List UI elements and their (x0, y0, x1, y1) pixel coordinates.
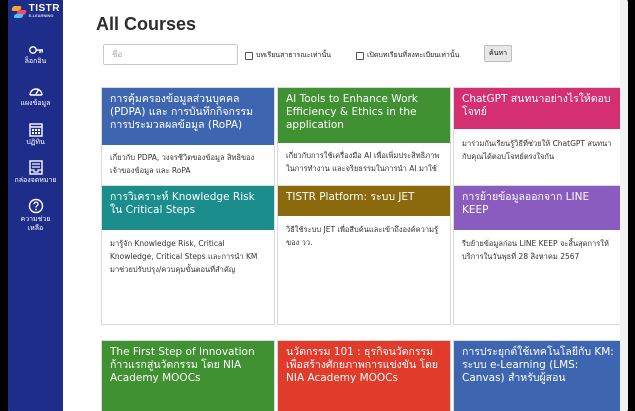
course-card[interactable]: การย้ายข้อมูลออกจาก LINE KEEP รีบย้ายข้อ… (453, 185, 623, 325)
page-title: All Courses (96, 14, 197, 34)
course-card[interactable]: การประยุกต์ใช้เทคโนโลยีกับ KM: ระบบ e-Le… (453, 340, 623, 411)
course-title[interactable]: การย้ายข้อมูลออกจาก LINE KEEP (454, 186, 622, 230)
course-title[interactable]: การคุ้มครองข้อมูลส่วนบุคคล (PDPA) และ กา… (102, 88, 274, 145)
filter-public-only[interactable]: บทเรียนสาธารณะเท่านั้น (245, 50, 331, 61)
nav-help-label-line2: เหลือ (27, 224, 44, 232)
course-card[interactable]: The First Step of Innovation ก้าวแรกสู่น… (101, 340, 275, 411)
enrollment-open-label: เปิดบทเรียนที่ลงทะเบียนเท่านั้น (367, 51, 460, 59)
course-description: รีบย้ายข้อมูลก่อน LINE KEEP จะสิ้นสุดการ… (462, 239, 609, 261)
course-description: วิธีใช้ระบบ JET เพื่อสืบค้นและเข้าถึงองค… (286, 225, 439, 247)
public-only-label: บทเรียนสาธารณะเท่านั้น (256, 51, 332, 59)
course-description: มาร่วมกันเรียนรู้วิธีที่ช่วยให้ ChatGPT … (462, 139, 612, 161)
course-title[interactable]: การวิเคราะห์ Knowledge Risk ใน Critical … (102, 186, 274, 230)
course-card[interactable]: นวัตกรรม 101 : ธุรกิจนวัตกรรมเพื่อสร้างศ… (277, 340, 451, 411)
public-only-checkbox[interactable] (245, 51, 253, 60)
filter-enrollment-open[interactable]: เปิดบทเรียนที่ลงทะเบียนเท่านั้น (356, 50, 459, 61)
course-title[interactable]: The First Step of Innovation ก้าวแรกสู่น… (102, 341, 274, 411)
help-icon (28, 198, 43, 214)
course-description: เกี่ยวกับการใช้เครื่องมือ AI เพื่อเพิ่มป… (286, 151, 440, 173)
course-description: เกี่ยวกับ PDPA, วงจรชีวิตของข้อมูล สิทธิ… (110, 153, 255, 175)
page-scrollbar[interactable] (620, 0, 628, 411)
course-title[interactable]: นวัตกรรม 101 : ธุรกิจนวัตกรรมเพื่อสร้างศ… (278, 341, 450, 411)
nav-calendar[interactable]: ปฏิทิน (8, 122, 63, 147)
course-title[interactable]: ChatGPT สนทนาอย่างไรให้ตอบโจทย์ (454, 88, 622, 129)
course-title[interactable]: การประยุกต์ใช้เทคโนโลยีกับ KM: ระบบ e-Le… (454, 341, 622, 411)
browser-window: TISTR E-LEARNING ล็อกอิน แผงข้อมูล ปฏิทิ… (8, 0, 628, 411)
dashboard-icon (28, 88, 43, 96)
inbox-icon (28, 160, 43, 175)
nav-dashboard-label: แผงข้อมูล (20, 99, 51, 107)
course-card[interactable]: TISTR Platform: ระบบ JET วิธีใช้ระบบ JET… (277, 185, 451, 325)
nav-help[interactable]: ความช่วย เหลือ (8, 198, 63, 233)
nav-login-label: ล็อกอิน (24, 57, 47, 65)
nav-dashboard[interactable]: แผงข้อมูล (8, 84, 63, 108)
search-button[interactable]: ค้นหา (484, 45, 512, 62)
course-title[interactable]: AI Tools to Enhance Work Efficiency & Et… (278, 88, 450, 143)
course-card[interactable]: การวิเคราะห์ Knowledge Risk ใน Critical … (101, 185, 275, 325)
main-content: All Courses บทเรียนสาธารณะเท่านั้น เปิดบ… (63, 0, 628, 411)
nav-inbox-label: กล่องจดหมาย (14, 176, 57, 184)
nav-calendar-label: ปฏิทิน (26, 138, 45, 146)
enrollment-open-checkbox[interactable] (356, 51, 364, 60)
course-title[interactable]: TISTR Platform: ระบบ JET (278, 186, 450, 216)
logo-subtext: E-LEARNING (28, 13, 54, 18)
tistr-logo[interactable]: TISTR E-LEARNING (11, 0, 60, 22)
search-input[interactable] (103, 44, 238, 65)
course-description: มารู้จัก Knowledge Risk, Critical Knowle… (110, 239, 258, 274)
nav-inbox[interactable]: กล่องจดหมาย (8, 160, 63, 185)
calendar-icon (28, 123, 43, 137)
logo-mark-icon (11, 3, 27, 19)
nav-help-label: ความช่วย (20, 215, 51, 223)
login-icon (28, 46, 43, 54)
nav-login[interactable]: ล็อกอิน (8, 44, 63, 66)
global-navigation: TISTR E-LEARNING ล็อกอิน แผงข้อมูล ปฏิทิ… (8, 0, 63, 411)
